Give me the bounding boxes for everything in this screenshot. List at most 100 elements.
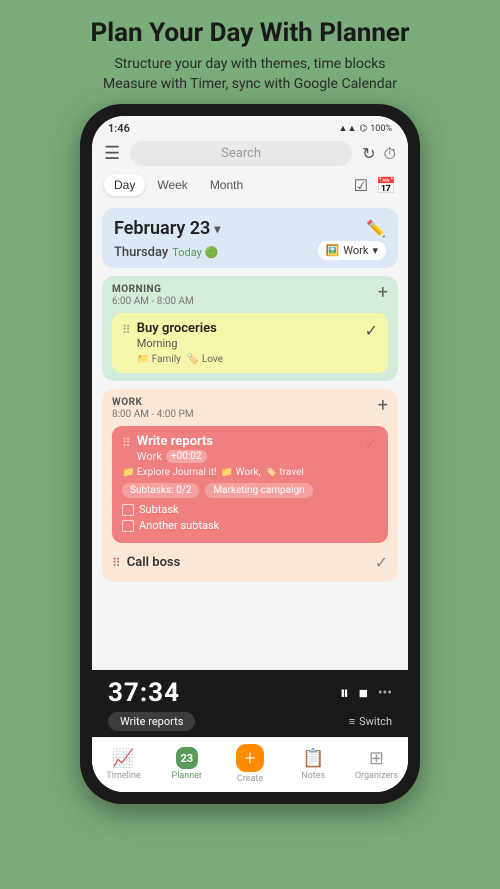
pause-button[interactable]: ⏸ [340, 683, 349, 704]
task-check-icon[interactable]: ✓ [365, 321, 378, 340]
timer-badge: +00:02 [166, 450, 207, 463]
task-tags: 📁 Family 🏷️ Love [137, 354, 365, 365]
timer-row: 37:34 ⏸ ⏹ ••• [108, 678, 392, 708]
work-section-header: WORK 8:00 AM - 4:00 PM + [112, 397, 388, 420]
work-theme-badge[interactable]: 🖼️ Work ▾ [318, 241, 386, 260]
create-button[interactable]: + [236, 744, 264, 772]
create-icon: + [244, 746, 255, 770]
day-name: Thursday [114, 245, 168, 260]
wifi-icon: ⌬ [359, 124, 367, 134]
notes-icon: 📋 [302, 748, 324, 769]
work-theme-icon: 🖼️ [326, 244, 340, 257]
write-reports-subtitle: Work +00:02 [137, 450, 365, 463]
checklist-icon[interactable]: ☑ [354, 176, 368, 195]
more-button[interactable]: ••• [378, 685, 392, 701]
today-label: Today 🟢 [172, 246, 218, 259]
nav-create[interactable]: + Create [218, 744, 281, 784]
write-reports-content: Write reports Work +00:02 [137, 434, 365, 463]
hamburger-icon[interactable]: ☰ [104, 143, 120, 164]
write-reports-row: ⠿ Write reports Work +00:02 ✓ [122, 434, 378, 463]
write-reports-check-icon[interactable]: ✓ [365, 434, 378, 453]
buy-groceries-task: ⠿ Buy groceries Morning 📁 Family 🏷️ Love… [112, 313, 388, 373]
call-boss-drag-icon: ⠿ [112, 556, 121, 570]
work-add-button[interactable]: + [378, 397, 388, 415]
subtask-checkbox-1[interactable] [122, 504, 134, 516]
day-row: Thursday Today 🟢 🖼️ Work ▾ [114, 241, 386, 260]
app-title: Plan Your Day With Planner [20, 18, 480, 49]
timeline-icon: 📈 [112, 748, 134, 769]
calendar-icon[interactable]: 📅 [376, 176, 396, 195]
work-theme-chevron-icon: ▾ [372, 244, 378, 257]
work-section-info: WORK 8:00 AM - 4:00 PM [112, 397, 194, 420]
morning-add-button[interactable]: + [378, 284, 388, 302]
top-nav: ☰ Search ↻ ⏱ [92, 137, 408, 172]
write-reports-title[interactable]: Write reports [137, 434, 365, 449]
tag-love: 🏷️ Love [187, 354, 223, 365]
timer-bar: 37:34 ⏸ ⏹ ••• Write reports ≡ Switch [92, 670, 408, 737]
work-section-time: 8:00 AM - 4:00 PM [112, 409, 194, 420]
timer-controls: ⏸ ⏹ ••• [340, 683, 392, 704]
tag-journal: 📁 Explore Journal it! [122, 467, 217, 478]
timer-label-row: Write reports ≡ Switch [108, 712, 392, 731]
morning-section-time: 6:00 AM - 8:00 AM [112, 296, 194, 307]
search-bar[interactable]: Search [130, 141, 352, 166]
date-title[interactable]: February 23 ▾ [114, 218, 220, 239]
subtask-item-1: Subtask [122, 503, 378, 516]
switch-label: Switch [359, 715, 392, 728]
write-reports-drag-icon: ⠿ [122, 436, 131, 450]
nav-organizers[interactable]: ⊞ Organizers [345, 748, 408, 781]
list-icon: ≡ [349, 715, 355, 728]
morning-section: MORNING 6:00 AM - 8:00 AM + ⠿ Buy grocer… [102, 276, 398, 381]
nav-icons: ↻ ⏱ [362, 144, 396, 164]
task-title[interactable]: Buy groceries [137, 321, 365, 336]
phone-frame: 1:46 ▲▲ ⌬ 100% ☰ Search ↻ ⏱ Day Week Mon… [80, 104, 420, 804]
notes-label: Notes [301, 771, 325, 781]
subtask-label-2: Another subtask [139, 519, 219, 532]
app-header: Plan Your Day With Planner Structure you… [0, 0, 500, 104]
subtask-list: Subtask Another subtask [122, 503, 378, 532]
call-boss-title[interactable]: Call boss [127, 555, 375, 570]
subtask-count-pill[interactable]: Subtasks: 0/2 [122, 483, 199, 498]
organizers-label: Organizers [355, 771, 398, 781]
battery-icon: 100% [370, 124, 392, 134]
write-reports-task: ⠿ Write reports Work +00:02 ✓ [112, 426, 388, 543]
task-content: Buy groceries Morning 📁 Family 🏷️ Love [137, 321, 365, 365]
timer-icon[interactable]: ⏱ [384, 144, 396, 164]
marketing-pill[interactable]: Marketing campaign [205, 483, 312, 498]
nav-notes[interactable]: 📋 Notes [282, 748, 345, 781]
work-section-title: WORK [112, 397, 194, 408]
nav-planner[interactable]: 23 Planner [155, 747, 218, 781]
morning-section-title: MORNING [112, 284, 194, 295]
drag-handle-icon: ⠿ [122, 323, 131, 337]
tab-month[interactable]: Month [200, 174, 253, 196]
call-boss-task: ⠿ Call boss ✓ [112, 549, 388, 574]
work-section: WORK 8:00 AM - 4:00 PM + ⠿ Write reports [102, 389, 398, 582]
stop-button[interactable]: ⏹ [359, 683, 368, 704]
organizers-icon: ⊞ [369, 748, 384, 769]
search-placeholder: Search [221, 146, 261, 161]
tag-travel: 🏷️ travel [264, 467, 303, 478]
planner-badge: 23 [176, 747, 198, 769]
timer-task-label[interactable]: Write reports [108, 712, 195, 731]
signal-icon: ▲▲ [339, 123, 357, 134]
morning-section-info: MORNING 6:00 AM - 8:00 AM [112, 284, 194, 307]
planner-label: Planner [172, 771, 203, 781]
timeline-label: Timeline [106, 771, 140, 781]
task-row: ⠿ Buy groceries Morning 📁 Family 🏷️ Love… [122, 321, 378, 365]
tabs-group: Day Week Month [104, 174, 253, 196]
tab-day[interactable]: Day [104, 174, 145, 196]
subtask-item-2: Another subtask [122, 519, 378, 532]
status-icons: ▲▲ ⌬ 100% [339, 123, 392, 134]
tab-week[interactable]: Week [147, 174, 197, 196]
morning-section-header: MORNING 6:00 AM - 8:00 AM + [112, 284, 388, 307]
refresh-icon[interactable]: ↻ [362, 144, 375, 163]
subtask-label-1: Subtask [139, 503, 179, 516]
sections-scroll: MORNING 6:00 AM - 8:00 AM + ⠿ Buy grocer… [92, 272, 408, 670]
date-header: February 23 ▾ ✏️ Thursday Today 🟢 🖼️ Wor… [102, 208, 398, 268]
call-boss-check-icon[interactable]: ✓ [375, 553, 388, 572]
edit-icon[interactable]: ✏️ [366, 219, 386, 238]
subtask-checkbox-2[interactable] [122, 520, 134, 532]
switch-button[interactable]: ≡ Switch [349, 715, 392, 728]
nav-timeline[interactable]: 📈 Timeline [92, 748, 155, 781]
date-chevron-icon: ▾ [214, 222, 220, 236]
